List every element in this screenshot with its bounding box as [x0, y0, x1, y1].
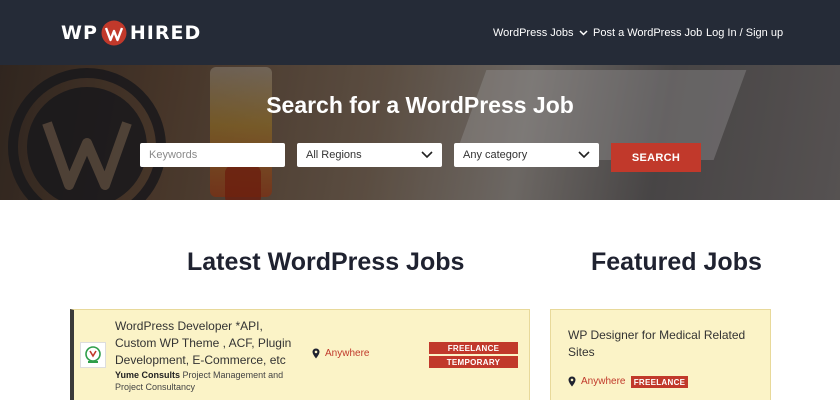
featured-job-location: Anywhere	[568, 376, 625, 387]
featured-job-title-link[interactable]: WP Designer for Medical Related Sites	[568, 327, 758, 361]
search-button[interactable]: SEARCH	[611, 143, 701, 172]
wordpress-logo-icon	[101, 20, 127, 46]
hero-overlay	[0, 65, 840, 200]
featured-job-location-text: Anywhere	[581, 376, 626, 387]
latest-jobs-heading: Latest WordPress Jobs	[187, 248, 465, 276]
logo-text-wp: WP	[61, 22, 98, 44]
job-company-info: Yume Consults Project Management and Pro…	[115, 369, 295, 393]
chevron-down-icon	[578, 151, 590, 159]
keywords-input[interactable]: Keywords	[140, 143, 285, 167]
category-select[interactable]: Any category	[454, 143, 599, 167]
chevron-down-icon	[421, 151, 433, 159]
region-select[interactable]: All Regions	[297, 143, 442, 167]
keywords-placeholder: Keywords	[149, 149, 198, 161]
nav-wordpress-jobs-label: WordPress Jobs	[493, 26, 574, 39]
region-select-value: All Regions	[306, 149, 362, 161]
job-location-text: Anywhere	[325, 348, 370, 359]
job-type-badge: FREELANCE	[429, 342, 518, 354]
job-location: Anywhere	[312, 348, 369, 359]
featured-job-type-badge: FREELANCE	[631, 376, 688, 388]
category-select-value: Any category	[463, 149, 528, 161]
company-logo-icon	[80, 342, 106, 368]
chevron-down-icon	[578, 29, 588, 36]
logo-text-hired: HIRED	[129, 22, 202, 44]
nav-post-job-label: Post a WordPress Job	[593, 26, 703, 39]
nav-login-label: Log In / Sign up	[706, 26, 784, 39]
company-name: Yume Consults	[115, 370, 181, 380]
hero-banner	[0, 65, 840, 200]
nav-post-job[interactable]: Post a WordPress Job	[593, 0, 702, 65]
map-pin-icon	[312, 348, 320, 359]
site-header: WP HIRED WordPress Jobs Post a WordPress…	[0, 0, 840, 65]
hero-title: Search for a WordPress Job	[266, 92, 574, 118]
job-type-badge: TEMPORARY	[429, 356, 518, 368]
company-logo-mark	[85, 346, 101, 363]
nav-login-signup[interactable]: Log In / Sign up	[706, 0, 783, 65]
site-logo[interactable]: WP HIRED	[61, 20, 201, 46]
nav-wordpress-jobs[interactable]: WordPress Jobs	[493, 0, 588, 65]
job-title-link[interactable]: WordPress Developer *API, Custom WP Them…	[115, 318, 305, 369]
map-pin-icon	[568, 376, 576, 387]
featured-jobs-heading: Featured Jobs	[591, 248, 762, 276]
